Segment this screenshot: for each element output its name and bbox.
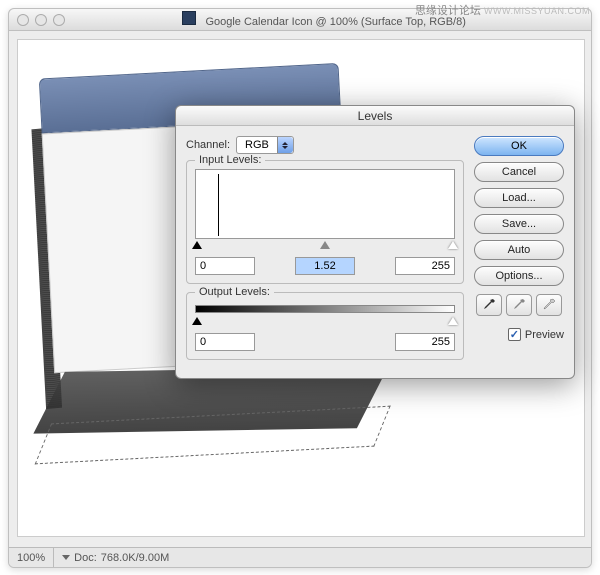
eyedropper-icon xyxy=(482,298,496,312)
ok-button[interactable]: OK xyxy=(474,136,564,156)
gray-eyedropper-button[interactable] xyxy=(506,294,532,316)
disclosure-icon[interactable] xyxy=(62,555,70,560)
histogram[interactable] xyxy=(195,169,455,239)
output-white-field[interactable] xyxy=(395,333,455,351)
watermark-url: WWW.MISSYUAN.COM xyxy=(484,6,590,16)
watermark-cn: 思缘设计论坛 xyxy=(415,5,481,17)
output-white-slider[interactable] xyxy=(448,317,458,325)
photoshop-icon xyxy=(182,11,196,25)
status-bar: 100% Doc: 768.0K/9.00M xyxy=(9,547,591,567)
black-point-slider[interactable] xyxy=(192,241,202,249)
preview-checkbox[interactable]: ✓ xyxy=(508,328,521,341)
eyedropper-group xyxy=(474,294,564,316)
histogram-data xyxy=(218,174,219,236)
load-button[interactable]: Load... xyxy=(474,188,564,208)
eyedropper-icon xyxy=(542,298,556,312)
output-slider[interactable] xyxy=(195,319,455,327)
channel-label: Channel: xyxy=(186,139,230,151)
input-gamma-field[interactable] xyxy=(295,257,355,275)
levels-dialog: Levels Channel: RGB Input Levels: xyxy=(175,105,575,379)
eyedropper-icon xyxy=(512,298,526,312)
auto-button[interactable]: Auto xyxy=(474,240,564,260)
output-levels-label: Output Levels: xyxy=(195,286,274,298)
traffic-lights xyxy=(17,14,65,26)
white-eyedropper-button[interactable] xyxy=(536,294,562,316)
zoom-icon[interactable] xyxy=(53,14,65,26)
channel-select[interactable]: RGB xyxy=(236,136,294,154)
minimize-icon[interactable] xyxy=(35,14,47,26)
output-levels-group: Output Levels: xyxy=(186,292,464,360)
output-black-field[interactable] xyxy=(195,333,255,351)
input-levels-group: Input Levels: xyxy=(186,160,464,284)
preview-label: Preview xyxy=(525,329,564,341)
options-button[interactable]: Options... xyxy=(474,266,564,286)
doc-info[interactable]: Doc: 768.0K/9.00M xyxy=(54,552,177,564)
input-levels-label: Input Levels: xyxy=(195,154,265,166)
cancel-button[interactable]: Cancel xyxy=(474,162,564,182)
output-black-slider[interactable] xyxy=(192,317,202,325)
input-slider[interactable] xyxy=(195,243,455,251)
close-icon[interactable] xyxy=(17,14,29,26)
zoom-level[interactable]: 100% xyxy=(9,548,54,567)
input-white-field[interactable] xyxy=(395,257,455,275)
output-gradient[interactable] xyxy=(195,305,455,313)
input-black-field[interactable] xyxy=(195,257,255,275)
white-point-slider[interactable] xyxy=(448,241,458,249)
black-eyedropper-button[interactable] xyxy=(476,294,502,316)
dialog-title[interactable]: Levels xyxy=(176,106,574,126)
gamma-slider[interactable] xyxy=(320,241,330,249)
dropdown-icon[interactable] xyxy=(277,137,293,153)
save-button[interactable]: Save... xyxy=(474,214,564,234)
watermark: 思缘设计论坛 WWW.MISSYUAN.COM xyxy=(415,2,590,18)
check-icon: ✓ xyxy=(510,328,519,341)
